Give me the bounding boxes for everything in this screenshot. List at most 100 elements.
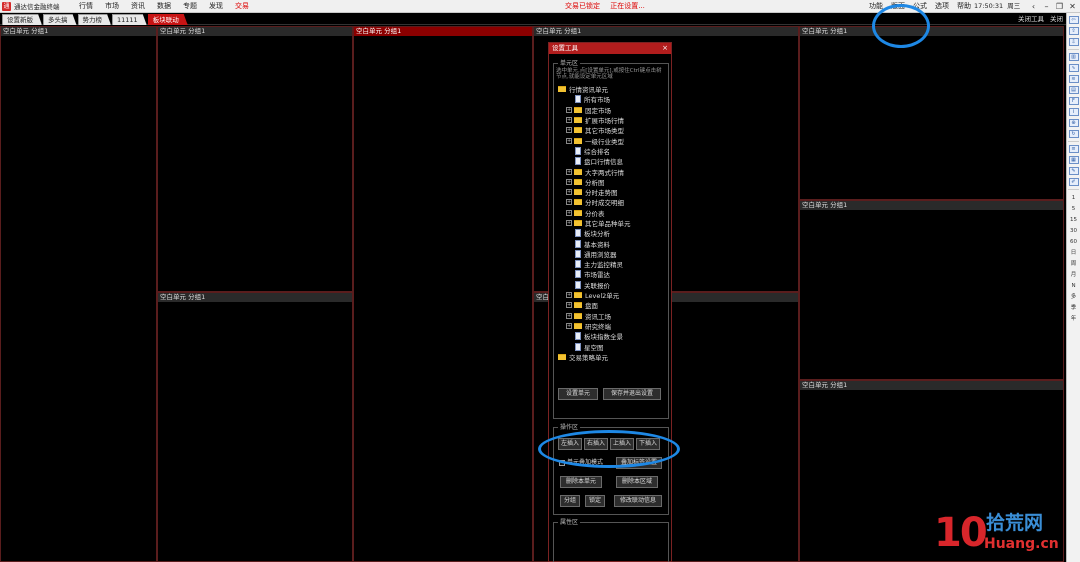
unit-cell[interactable]: 空白单元 分组1 <box>157 26 353 292</box>
tree-folder[interactable]: + 分价表 <box>558 208 666 218</box>
unit-cell[interactable]: 空白单元 分组1 <box>0 26 157 562</box>
expand-icon[interactable]: + <box>566 189 572 196</box>
layout-icon[interactable]: ▦ <box>1068 156 1079 164</box>
refresh-icon[interactable]: ↻ <box>1068 130 1079 138</box>
expand-icon[interactable]: + <box>566 127 572 134</box>
close-tool-button[interactable]: 关闭工具 <box>1018 14 1044 25</box>
menu-options[interactable]: 选项 <box>932 0 952 13</box>
tree-leaf[interactable]: 市场雷达 <box>558 269 666 279</box>
period-day[interactable]: 日 <box>1067 248 1080 259</box>
group-button[interactable]: 分组 <box>560 495 580 507</box>
lock-button[interactable]: 锁定 <box>585 495 605 507</box>
period-60min[interactable]: 60 <box>1067 237 1080 248</box>
draw-icon[interactable]: ✎ <box>1068 167 1079 175</box>
period-year[interactable]: 年 <box>1067 314 1080 325</box>
edit-link-button[interactable]: 修改联动信息 <box>614 495 662 507</box>
save-exit-button[interactable]: 保存并退出设置 <box>603 388 661 400</box>
tree-leaf[interactable]: 基本资料 <box>558 238 666 249</box>
tree-folder[interactable]: + Level2单元 <box>558 290 666 300</box>
expand-icon[interactable]: + <box>566 220 572 226</box>
menu-topics[interactable]: 专题 <box>178 0 202 13</box>
unit-cell[interactable]: 空白单元 分组1 <box>799 26 1064 200</box>
tree-folder[interactable]: + 扩展市场行情 <box>558 115 666 125</box>
tree-leaf[interactable]: 星空图 <box>558 341 666 352</box>
tree-folder[interactable]: + 其它市场类型 <box>558 125 666 135</box>
tree-leaf[interactable]: 板块分析 <box>558 228 666 238</box>
tree-folder[interactable]: + 固定市场 <box>558 105 666 115</box>
expand-icon[interactable]: + <box>566 137 572 144</box>
menu-data[interactable]: 数据 <box>152 0 176 13</box>
tree-folder[interactable]: 行情资讯单元 <box>558 84 666 94</box>
tree-folder[interactable]: + 其它单品种单元 <box>558 218 666 228</box>
tree-folder[interactable]: + 研究终端 <box>558 321 666 331</box>
tree-folder[interactable]: + 资讯工场 <box>558 311 666 321</box>
menu-quotes[interactable]: 行情 <box>74 0 98 13</box>
expand-icon[interactable]: + <box>566 292 572 299</box>
info-icon[interactable]: i <box>1068 108 1079 116</box>
delete-unit-button[interactable]: 删除本单元 <box>560 476 602 488</box>
dialog-titlebar[interactable]: 设置工具 × <box>549 43 671 54</box>
tab-bull[interactable]: 多头搞 <box>43 14 77 25</box>
tree-leaf[interactable]: 综合排名 <box>558 146 666 156</box>
tree-folder[interactable]: + 分时走势图 <box>558 187 666 197</box>
down-arrow-icon[interactable]: ⇩ <box>1068 38 1079 46</box>
expand-icon[interactable]: + <box>566 117 572 124</box>
period-multi[interactable]: 多 <box>1067 292 1080 303</box>
period-n[interactable]: N <box>1067 281 1080 292</box>
dialog-close-icon[interactable]: × <box>662 43 668 54</box>
delete-area-button[interactable]: 删除本区域 <box>616 476 658 488</box>
f10-icon[interactable]: F <box>1068 97 1079 105</box>
restore-icon[interactable]: ❐ <box>1053 2 1066 11</box>
tree-leaf[interactable]: 关联报价 <box>558 280 666 290</box>
news-icon[interactable]: ≡ <box>1068 145 1079 153</box>
back-arrow-icon[interactable]: ⇦ <box>1068 16 1079 24</box>
expand-icon[interactable]: + <box>566 302 572 309</box>
period-30min[interactable]: 30 <box>1067 226 1080 237</box>
period-week[interactable]: 周 <box>1067 259 1080 270</box>
unit-cell[interactable]: 空白单元 分组1 <box>157 292 353 562</box>
expand-icon[interactable]: + <box>566 168 572 175</box>
tree-folder[interactable]: + 分时成交明细 <box>558 197 666 207</box>
menu-market[interactable]: 市场 <box>100 0 124 13</box>
kline-chart-icon[interactable]: ▥ <box>1068 53 1079 61</box>
period-quarter[interactable]: 季 <box>1067 303 1080 314</box>
unit-cell[interactable]: 空白单元 分组1 <box>799 200 1064 380</box>
tab-sector-link[interactable]: 板块联动 <box>148 14 188 25</box>
trade-icon[interactable]: ▤ <box>1068 86 1079 94</box>
tree-leaf[interactable]: 主力监控精灵 <box>558 259 666 269</box>
minute-chart-icon[interactable]: ∿ <box>1068 64 1079 72</box>
tree-folder[interactable]: + 一级行业类型 <box>558 135 666 146</box>
tab-set-new[interactable]: 设置新版 <box>2 14 42 25</box>
tree-folder[interactable]: + 盘面 <box>558 300 666 310</box>
tab-power[interactable]: 势力榜 <box>78 14 112 25</box>
expand-icon[interactable]: + <box>566 312 572 319</box>
set-unit-button[interactable]: 设置单元 <box>558 388 598 400</box>
tree-leaf[interactable]: 盘口行情信息 <box>558 156 666 166</box>
close-button[interactable]: 关闭 <box>1050 14 1063 25</box>
zoom-icon[interactable]: ⊕ <box>1068 119 1079 127</box>
tree-leaf[interactable]: 板块指数全景 <box>558 331 666 341</box>
minimize-icon[interactable]: – <box>1040 2 1053 11</box>
up-arrow-icon[interactable]: ⇧ <box>1068 27 1079 35</box>
menu-news[interactable]: 资讯 <box>126 0 150 13</box>
period-1min[interactable]: 1 <box>1067 193 1080 204</box>
tree-leaf[interactable]: 通用浏览器 <box>558 249 666 259</box>
tree-folder[interactable]: + 大字两式行情 <box>558 166 666 177</box>
pen-icon[interactable]: ✐ <box>1068 178 1079 186</box>
period-15min[interactable]: 15 <box>1067 215 1080 226</box>
tree-folder[interactable]: + 分析图 <box>558 177 666 187</box>
menu-discover[interactable]: 发现 <box>204 0 228 13</box>
expand-icon[interactable]: + <box>566 209 572 216</box>
tab-11111[interactable]: 11111 <box>112 14 147 25</box>
period-5min[interactable]: 5 <box>1067 204 1080 215</box>
period-month[interactable]: 月 <box>1067 270 1080 281</box>
tree-folder[interactable]: 交易策略单元 <box>558 352 666 362</box>
expand-icon[interactable]: + <box>566 322 572 329</box>
back-icon[interactable]: ‹ <box>1027 2 1040 11</box>
menu-help[interactable]: 帮助 <box>954 0 974 13</box>
expand-icon[interactable]: + <box>566 199 572 206</box>
unit-cell-selected[interactable]: 空白单元 分组1 <box>353 26 533 562</box>
expand-icon[interactable]: + <box>566 178 572 185</box>
expand-icon[interactable]: + <box>566 106 572 113</box>
compare-icon[interactable]: ≋ <box>1068 75 1079 83</box>
